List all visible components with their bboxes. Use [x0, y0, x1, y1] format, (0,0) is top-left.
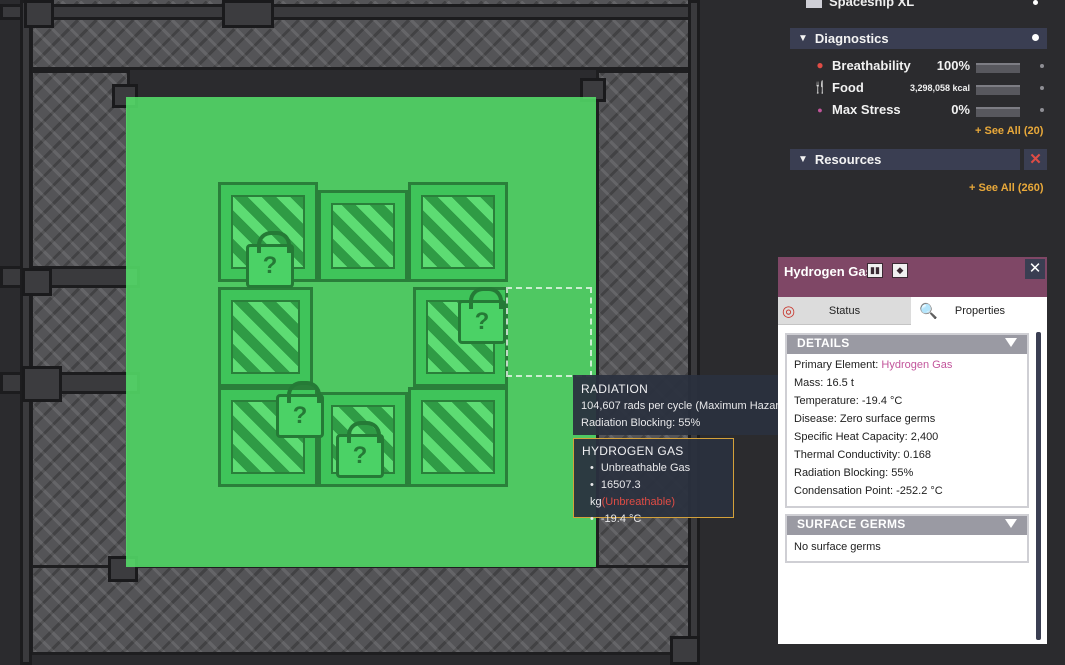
game-world[interactable]: ? ? ? ? — [0, 0, 700, 665]
storage-crate-cluster: ? ? ? ? — [218, 182, 508, 492]
bracket — [222, 0, 274, 28]
unbreathable-warning: (Unbreathable) — [601, 496, 675, 508]
tab-status-label: Status — [828, 304, 861, 317]
property-specific-heat: Specific Heat Capacity: 2,400 — [794, 431, 939, 443]
diagnostic-dot — [1040, 86, 1044, 90]
tooltip-radiation-title: RADIATION — [581, 382, 649, 396]
diagnostic-label: Max Stress — [832, 102, 901, 117]
diagnostic-bar — [976, 63, 1020, 73]
bracket — [22, 268, 52, 296]
diagnostic-bar — [976, 107, 1020, 117]
property-condensation-point: Condensation Point: -252.2 °C — [794, 485, 943, 497]
diagnostic-breathability[interactable]: ● Breathability 100% — [812, 58, 1052, 76]
stress-icon: ● — [817, 105, 823, 115]
bracket — [22, 366, 62, 402]
pipe-top — [0, 4, 700, 20]
resources-see-all-link[interactable]: + See All (260) — [969, 182, 1044, 194]
diagnostic-dot — [1040, 108, 1044, 112]
diagnostics-see-all-link[interactable]: + See All (20) — [975, 125, 1043, 137]
resources-header[interactable]: ▼ Resources — [790, 149, 1020, 170]
diagnostic-value: 100% — [936, 58, 970, 73]
panel-title: Hydrogen Gas — [784, 264, 873, 279]
padlock-icon: ? — [458, 287, 506, 344]
collapse-arrow-icon — [1005, 338, 1017, 347]
diagnostic-value: 0% — [951, 102, 970, 117]
spaceship-icon — [806, 0, 822, 8]
bracket — [24, 0, 54, 28]
tooltip-gas-mass: 16507.3 kg(Unbreathable) — [582, 477, 725, 511]
bracket — [670, 636, 700, 665]
diagnostics-indicator-dot — [1032, 34, 1039, 41]
surface-germs-title: SURFACE GERMS — [797, 517, 906, 531]
primary-element-label: Primary Element: — [794, 359, 882, 371]
diagnostic-max-stress[interactable]: ● Max Stress 0% — [812, 102, 1052, 120]
surface-germs-text: No surface germs — [794, 541, 881, 553]
tile-selection-cursor — [506, 287, 592, 377]
tooltip-gas-title: HYDROGEN GAS — [582, 444, 684, 458]
resources-close-icon[interactable]: ✕ — [1024, 149, 1047, 170]
padlock-icon: ? — [246, 231, 294, 288]
spaceship-dot — [1033, 0, 1038, 5]
storage-crate — [408, 387, 508, 487]
padlock-icon: ? — [276, 381, 324, 438]
tab-properties-label: Properties — [954, 305, 1006, 317]
surface-germs-header[interactable]: SURFACE GERMS — [787, 516, 1027, 535]
food-icon: 🍴 — [812, 80, 828, 94]
hydrogen-gas-tooltip: HYDROGEN GAS Unbreathable Gas 16507.3 kg… — [573, 438, 734, 525]
primary-element-link[interactable]: Hydrogen Gas — [881, 359, 952, 371]
tooltip-gas-breathability: Unbreathable Gas — [582, 460, 725, 477]
magnifier-icon: 🔍 — [919, 303, 938, 320]
tooltip-radiation-blocking: Radiation Blocking: 55% — [581, 417, 701, 429]
panel-close-button[interactable]: ✕ — [1025, 259, 1045, 279]
surface-germs-section: SURFACE GERMS No surface germs — [785, 514, 1029, 563]
status-icon: ◎ — [782, 303, 796, 320]
spaceship-row[interactable]: Spaceship XL — [806, 0, 1046, 10]
details-section: DETAILS Primary Element: Hydrogen Gas Ma… — [785, 333, 1029, 508]
collapse-triangle-icon: ▼ — [798, 33, 808, 44]
property-disease: Disease: Zero surface germs — [794, 413, 936, 425]
diagnostics-title: Diagnostics — [814, 31, 889, 46]
diagnostics-header[interactable]: ▼ Diagnostics — [790, 28, 1047, 49]
tab-status[interactable]: ◎ Status — [778, 297, 911, 325]
tooltip-radiation-rate: 104,607 rads per cycle (Maximum Hazard) — [581, 400, 789, 412]
diagnostic-bar — [976, 85, 1020, 95]
storage-crate — [318, 190, 408, 282]
element-icon[interactable]: ◆ — [892, 263, 908, 278]
storage-crate — [408, 182, 508, 282]
property-mass: Mass: 16.5 t — [794, 377, 854, 389]
diagnostic-label: Breathability — [832, 58, 911, 73]
property-temperature: Temperature: -19.4 °C — [794, 395, 903, 407]
panel-scrollbar[interactable] — [1036, 332, 1041, 640]
radiation-tooltip: RADIATION 104,607 rads per cycle (Maximu… — [573, 375, 798, 435]
tab-properties[interactable]: 🔍 Properties — [913, 297, 1047, 325]
primary-element: Primary Element: Hydrogen Gas — [787, 356, 1027, 374]
spaceship-label: Spaceship XL — [829, 0, 915, 9]
metal-tile-right — [596, 70, 696, 650]
resources-title: Resources — [814, 152, 882, 167]
panel-title-bar: Hydrogen Gas ▮▮ ◆ ✕ — [778, 257, 1047, 297]
details-section-header[interactable]: DETAILS — [787, 335, 1027, 354]
details-section-title: DETAILS — [797, 336, 850, 350]
storage-crate — [218, 287, 313, 387]
pipe-left-outer — [20, 0, 32, 665]
diagnostic-value: 3,298,058 kcal — [909, 83, 970, 93]
pipe-right-outer — [688, 0, 700, 665]
diagnostic-label: Food — [832, 80, 864, 95]
property-thermal-conductivity: Thermal Conductivity: 0.168 — [794, 449, 931, 461]
collapse-triangle-icon: ▼ — [798, 154, 808, 165]
codex-book-icon[interactable]: ▮▮ — [867, 263, 883, 278]
tooltip-gas-temperature: -19.4 °C — [582, 511, 725, 528]
breathability-icon: ● — [816, 58, 824, 72]
property-radiation-blocking: Radiation Blocking: 55% — [794, 467, 914, 479]
collapse-arrow-icon — [1005, 519, 1017, 528]
padlock-icon: ? — [336, 421, 384, 478]
diagnostic-dot — [1040, 64, 1044, 68]
diagnostic-food[interactable]: 🍴 Food 3,298,058 kcal — [812, 80, 1052, 98]
element-details-panel: Hydrogen Gas ▮▮ ◆ ✕ ◎ Status 🔍 Propertie… — [778, 257, 1047, 644]
